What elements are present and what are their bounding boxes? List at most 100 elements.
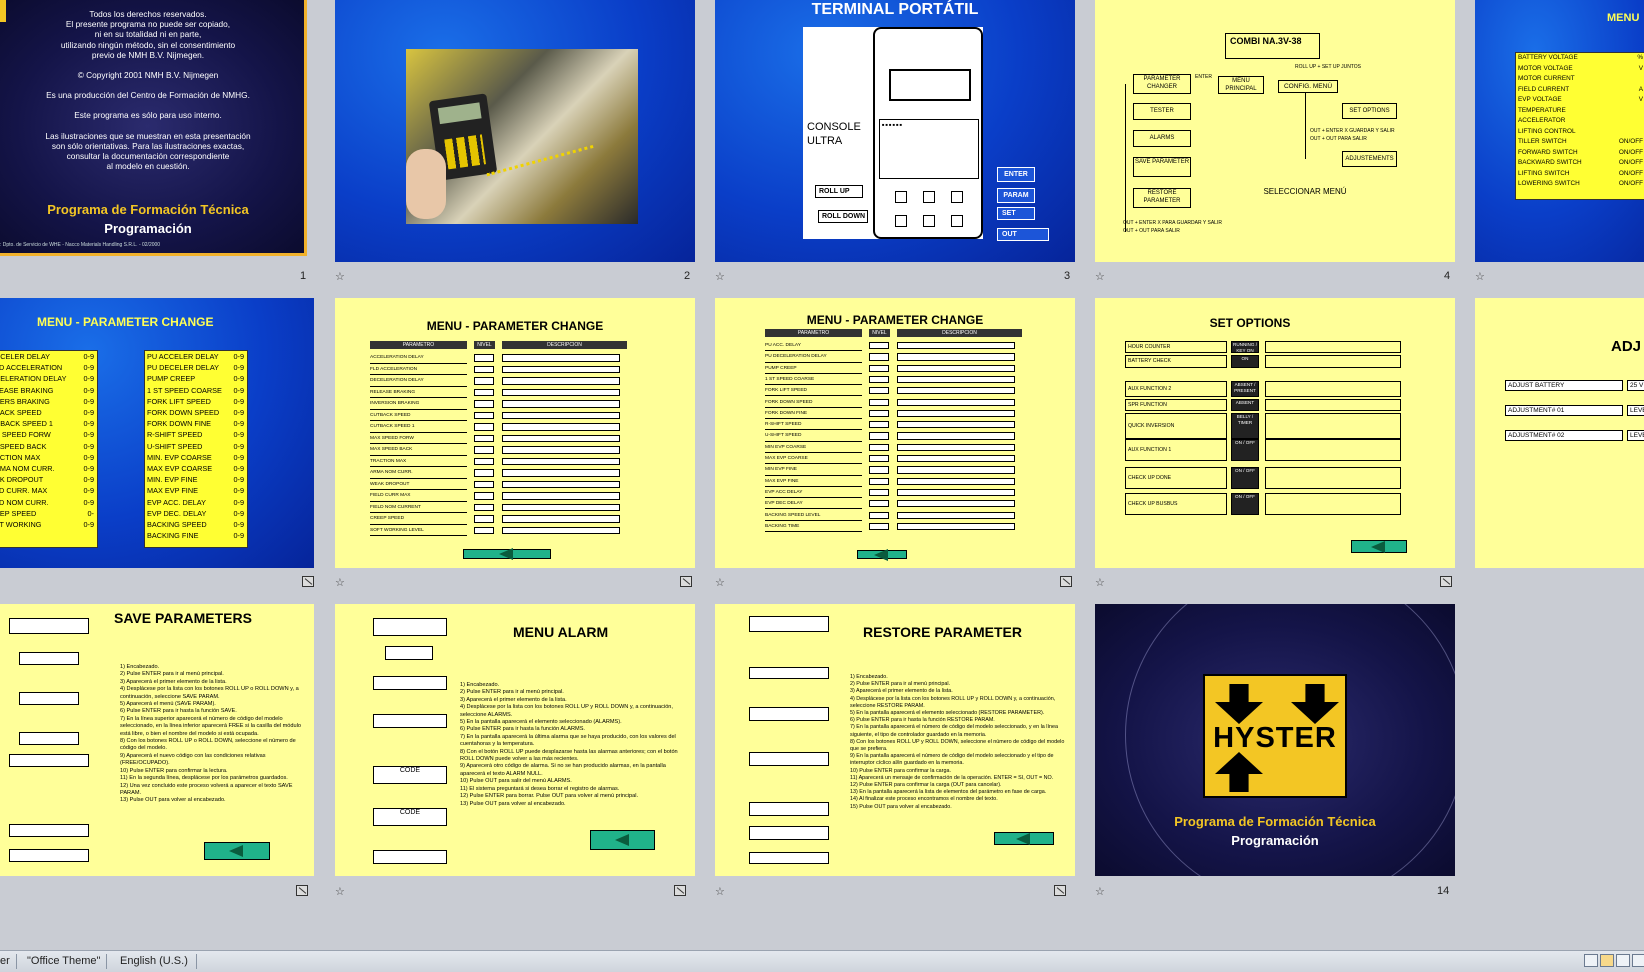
slide-11-steps: 1) Encabezado. 2) Pulse ENTER para ir al …	[120, 664, 305, 805]
label-out: OUT	[997, 228, 1049, 241]
slide-7[interactable]: MENU - PARAMETER CHANGE PARAMETRO NIVEL DE…	[335, 298, 695, 568]
slide-3[interactable]: TERMINAL PORTÁTIL CONSOLE ULTRA ■ ■ ■ ■ …	[715, 0, 1075, 262]
list-item-value: 0-9	[83, 363, 94, 373]
list-item: ACCELERATOR	[1516, 116, 1644, 127]
slide-8-title: MENU - PARAMETER CHANGE	[806, 313, 984, 327]
description-cell	[502, 400, 620, 408]
table-row: CREEP SPEED	[370, 514, 467, 525]
out-note-1: OUT + ENTER X GUARDAR Y SALIR	[1310, 128, 1395, 134]
description-cell	[502, 434, 620, 442]
column-header: PARAMETRO	[370, 341, 467, 349]
level-cell	[474, 469, 494, 477]
list-item-value: 0-9	[83, 408, 94, 418]
slide-5-star-icon[interactable]: ☆	[1475, 270, 1485, 283]
reading-view-icon[interactable]	[1616, 954, 1630, 967]
level-cell	[869, 466, 889, 474]
list-item-label: FORK DOWN FINE	[147, 419, 212, 429]
slide-12-transition-icon[interactable]	[674, 885, 686, 896]
list-item-label: BACKWARD SWITCH	[1518, 159, 1582, 166]
table-row: ARMA NOM CURR.	[370, 468, 467, 479]
table-row: CUTBACK SPEED	[370, 411, 467, 421]
slide-2[interactable]	[335, 0, 695, 262]
slide-4[interactable]: COMBI NA.3V-38 MENÚ PRINCIPAL CONFIG. ME…	[1095, 0, 1455, 262]
list-item-label: PU DECELER DELAY	[147, 363, 220, 373]
list-item: AK DROPOUT 0-9	[0, 474, 97, 485]
back-arrow-button[interactable]	[1351, 540, 1407, 553]
list-item: U-SHIFT SPEED 0-9	[145, 441, 247, 452]
table-row: FORK DOWN SPEED	[765, 398, 862, 408]
slide-11-transition-icon[interactable]	[296, 885, 308, 896]
normal-view-icon[interactable]	[1584, 954, 1598, 967]
level-cell	[474, 423, 494, 431]
table-row: WEAK DROPOUT	[370, 480, 467, 490]
description-cell	[897, 455, 1015, 463]
slide-13-back-button[interactable]	[994, 832, 1054, 845]
list-item-value: 0-9	[233, 497, 244, 507]
console-diagram: CONSOLE ULTRA ■ ■ ■ ■ ■ ■	[803, 27, 983, 239]
cable-icon	[486, 144, 596, 185]
slide-11[interactable]: SAVE PARAMETERS 1) Encabezado. 2) Pulse E…	[0, 604, 314, 876]
instruction-step: 11) El sistema preguntará si desea borra…	[460, 785, 620, 792]
list-item: TEMPERATURE	[1516, 106, 1644, 117]
list-item-label: MIN. EVP COARSE	[147, 452, 212, 462]
slideshow-view-icon[interactable]	[1632, 954, 1644, 967]
list-item-value: 0-9	[233, 352, 244, 361]
table-row: BACKING SPEED LEVEL	[765, 511, 862, 521]
slide-7-star-icon[interactable]: ☆	[335, 576, 345, 589]
table-row: MIN EVP COARSE	[765, 443, 862, 453]
slide-9[interactable]: SET OPTIONS HOUR COUNTER RUNNING / KEY ON…	[1095, 298, 1455, 568]
home-button[interactable]	[857, 548, 907, 561]
slide-12[interactable]: MENU ALARM 1) Encabezado. 2) Pulse ENTER …	[335, 604, 695, 876]
list-item: FORK LIFT SPEED 0-9	[145, 396, 247, 407]
list-item: BACKING SPEED 0-9	[145, 519, 247, 530]
slide-9-star-icon[interactable]: ☆	[1095, 576, 1105, 589]
list-item-label: ACTION MAX	[0, 452, 41, 462]
table-row: FIELD CURR MAX	[370, 491, 467, 502]
list-item-value: 0-9	[233, 396, 244, 406]
list-item: BACKING FINE 0-9	[145, 530, 247, 541]
slide-10[interactable]: ADJ ADJUST BATTERY 25 V ADJUSTMENT# 01 L…	[1475, 298, 1644, 568]
slide-number-1: 1	[300, 270, 307, 282]
slide-8-transition-icon[interactable]	[1060, 576, 1072, 587]
slide-sorter-view-icon[interactable]	[1600, 954, 1614, 967]
slide-13-transition-icon[interactable]	[1054, 885, 1066, 896]
slide-14[interactable]: HYSTER Programa de Formación Técnica Pro…	[1095, 604, 1455, 876]
list-item-value: 0-9	[233, 520, 244, 530]
slide-4-star-icon[interactable]: ☆	[1095, 270, 1105, 283]
instruction-step: 1) Encabezado.	[120, 664, 160, 670]
slide-13[interactable]: RESTORE PARAMETER 1) Encabezado. 2) Pulse…	[715, 604, 1075, 876]
slide-13-steps: 1) Encabezado. 2) Pulse ENTER para ir al …	[850, 674, 1065, 811]
slide-7-transition-icon[interactable]	[680, 576, 692, 587]
slide-number-14: 14	[1437, 885, 1450, 897]
slide-8[interactable]: MENU - PARAMETER CHANGE PARAMETRO NIVEL DE…	[715, 298, 1075, 568]
list-item-label: PU ACCELER DELAY	[147, 352, 219, 361]
slide-8-star-icon[interactable]: ☆	[715, 576, 725, 589]
level-cell	[869, 443, 889, 451]
slide-9-transition-icon[interactable]	[1440, 576, 1452, 587]
language-label[interactable]: English (U.S.)	[120, 955, 188, 967]
slide-11-back-button[interactable]	[204, 842, 270, 860]
slide-13-star-icon[interactable]: ☆	[715, 885, 725, 898]
table-row: EVP DEC DELAY	[765, 499, 862, 510]
slide-6-transition-icon[interactable]	[302, 576, 314, 587]
slide-5[interactable]: MENU BATTERY VOLTAGE% MOTOR VOLTAGE V MOTOR…	[1475, 0, 1644, 262]
list-item-value: 0-9	[233, 475, 244, 485]
slide-6[interactable]: MENU - PARAMETER CHANGE CCELER DELAY 0-9 L…	[0, 298, 314, 568]
description-cell	[502, 423, 620, 431]
slide-1[interactable]: Todos los derechos reservados. El present…	[0, 0, 307, 256]
list-item-label: CELERATION DELAY	[0, 374, 67, 384]
combi-box: COMBI NA.3V-38	[1225, 33, 1320, 59]
theme-label[interactable]: "Office Theme"	[27, 955, 100, 967]
next-arrow-button[interactable]	[463, 548, 551, 560]
slide-2-star-icon[interactable]: ☆	[335, 270, 345, 283]
slide-12-star-icon[interactable]: ☆	[335, 885, 345, 898]
slide-3-star-icon[interactable]: ☆	[715, 270, 725, 283]
list-item-label: 1 ST SPEED COARSE	[147, 385, 222, 395]
list-item-value: ON/OFF	[1618, 159, 1643, 166]
list-item: MIN. EVP COARSE 0-9	[145, 452, 247, 463]
table-row: CUTBACK SPEED 1	[370, 422, 467, 433]
slide-14-star-icon[interactable]: ☆	[1095, 885, 1105, 898]
slide-12-back-button[interactable]	[590, 830, 655, 850]
description-cell	[897, 409, 1015, 418]
list-item-label: U-SHIFT SPEED	[147, 441, 203, 451]
